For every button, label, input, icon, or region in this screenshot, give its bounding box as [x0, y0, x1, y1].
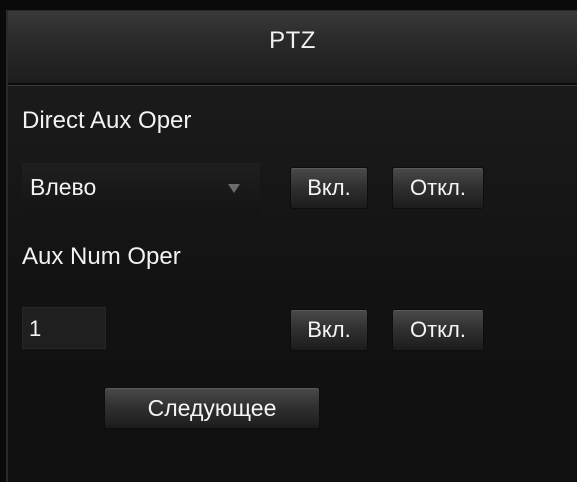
aux-num-off-button[interactable]: Откл.: [392, 309, 484, 351]
next-button[interactable]: Следующее: [104, 387, 320, 429]
direct-aux-select-value: Влево: [30, 174, 97, 200]
dialog-title: PTZ: [269, 27, 316, 54]
direct-aux-off-button[interactable]: Откл.: [392, 167, 484, 209]
ptz-dialog: PTZ Direct Aux Oper Влево Вкл. Откл. Aux…: [6, 10, 577, 482]
aux-num-input-value: 1: [29, 316, 42, 341]
direct-aux-on-button[interactable]: Вкл.: [290, 167, 368, 209]
direct-aux-oper-label: Direct Aux Oper: [22, 107, 192, 134]
title-bar: PTZ: [8, 11, 577, 85]
direct-aux-select[interactable]: Влево: [22, 163, 260, 213]
aux-num-input[interactable]: 1: [22, 307, 106, 349]
aux-num-on-button[interactable]: Вкл.: [290, 309, 368, 351]
aux-num-oper-label: Aux Num Oper: [22, 243, 181, 270]
chevron-down-icon[interactable]: [228, 184, 240, 193]
